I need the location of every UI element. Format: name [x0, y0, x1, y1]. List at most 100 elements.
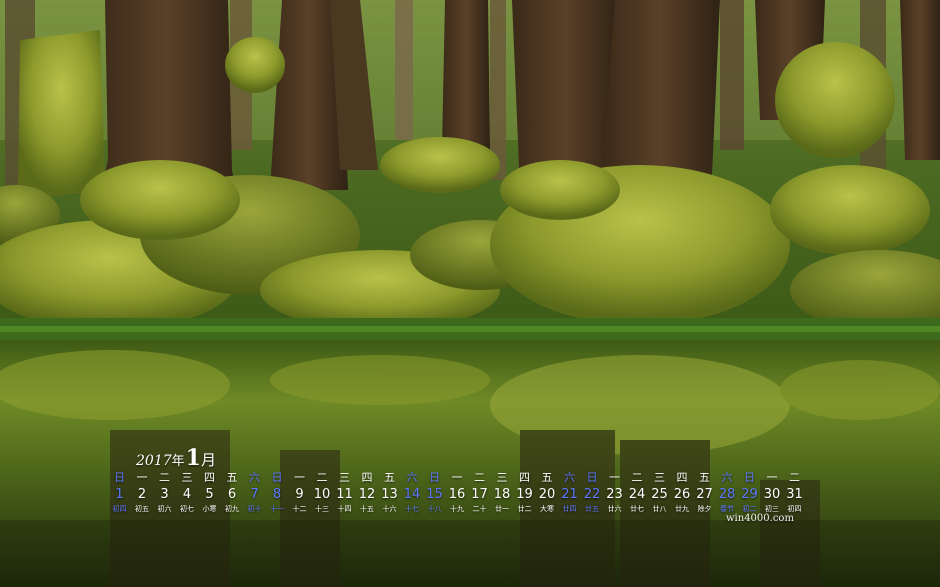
calendar-weekday: 一: [766, 471, 778, 484]
calendar-weekday: 二: [789, 471, 800, 484]
calendar-weekday: 二: [316, 471, 328, 484]
calendar-day: 六 21 廿四: [558, 471, 581, 514]
calendar-lunar-date: 初四: [112, 505, 127, 513]
calendar-weekday: 日: [429, 471, 440, 484]
calendar-day-number: 25: [651, 487, 668, 502]
calendar-day-number: 10: [313, 487, 331, 502]
calendar-lunar-date: 初五: [135, 505, 149, 513]
calendar-lunar-date: 小寒: [202, 505, 217, 513]
calendar-day-number: 5: [205, 487, 214, 502]
calendar-day-number: 7: [250, 487, 259, 502]
calendar-day: 四 26 廿九: [671, 471, 694, 514]
calendar-day-number: 12: [358, 487, 376, 502]
calendar-day: 日 8 十一: [266, 471, 289, 514]
calendar-lunar-date: 廿八: [652, 505, 667, 513]
calendar-day: 一 9 十二: [288, 471, 311, 514]
calendar-day-number: 8: [272, 487, 282, 502]
calendar-lunar-date: 除夕: [697, 505, 712, 513]
calendar-day: 二 17 二十: [468, 471, 491, 514]
calendar-day: 三 18 廿一: [491, 471, 514, 514]
calendar-lunar-date: 廿一: [495, 505, 509, 513]
calendar-weekday: 二: [631, 471, 643, 484]
calendar-day-number: 1: [115, 487, 124, 502]
calendar-day: 三 11 十四: [333, 471, 356, 514]
calendar-weekday: 五: [541, 471, 553, 484]
calendar-day: 五 6 初九: [221, 471, 244, 514]
calendar-weekday: 三: [181, 471, 193, 484]
calendar-lunar-date: 初六: [157, 505, 172, 513]
calendar-lunar-date: 廿二: [517, 505, 532, 513]
calendar-day-number: 27: [696, 487, 713, 502]
calendar-day-number: 4: [182, 487, 192, 502]
calendar-lunar-date: 大寒: [540, 505, 554, 513]
calendar-day-number: 19: [516, 487, 533, 502]
calendar-strip: 日 1 初四 一 2 初五 二 3 初六 三 4 初七 四 5 小寒 五 6 初九 六 7 初十 日 8 十一 一 9 十二 二 10 十…: [108, 471, 803, 521]
calendar-year: 2017: [136, 453, 172, 469]
calendar-lunar-date: 十一: [270, 505, 284, 513]
calendar-weekday: 一: [136, 471, 148, 484]
calendar-weekday: 六: [721, 471, 733, 484]
calendar-day-number: 2: [137, 487, 147, 502]
calendar-weekday: 四: [204, 471, 215, 484]
calendar-lunar-date: 十九: [450, 505, 464, 513]
calendar-weekday: 三: [339, 471, 350, 484]
calendar-day-number: 11: [336, 487, 353, 502]
calendar-month-char: 月: [200, 451, 216, 469]
calendar-day: 二 10 十三: [311, 471, 334, 514]
calendar-day: 六 7 初十: [243, 471, 266, 514]
calendar-day-number: 23: [606, 487, 623, 502]
calendar-lunar-date: 廿四: [562, 505, 577, 513]
calendar-year-char: 年: [171, 454, 185, 469]
calendar-lunar-date: 十三: [315, 505, 329, 513]
calendar-day: 一 23 廿六: [603, 471, 626, 514]
calendar-day: 四 12 十五: [356, 471, 379, 514]
calendar-lunar-date: 十四: [337, 505, 352, 513]
calendar-day: 一 30 初三: [761, 471, 784, 514]
calendar-lunar-date: 十五: [360, 505, 374, 513]
calendar-day-number: 14: [403, 487, 421, 502]
calendar-weekday: 一: [451, 471, 463, 484]
calendar-weekday: 六: [564, 471, 575, 484]
calendar-weekday: 二: [474, 471, 485, 484]
calendar-day-number: 18: [493, 487, 511, 502]
calendar-day: 一 16 十九: [446, 471, 469, 514]
calendar-weekday: 日: [271, 471, 283, 484]
calendar-month: 1: [185, 445, 201, 471]
calendar-day: 三 4 初七: [176, 471, 199, 514]
calendar-weekday: 一: [294, 471, 305, 484]
calendar-lunar-date: 二十: [472, 505, 487, 513]
calendar-day: 日 1 初四: [108, 471, 131, 514]
calendar-day-number: 13: [381, 487, 398, 502]
calendar-weekday: 三: [654, 471, 665, 484]
calendar-day-number: 24: [628, 487, 646, 502]
calendar-weekday: 日: [744, 471, 755, 484]
calendar-weekday: 四: [519, 471, 530, 484]
calendar-weekday: 日: [586, 471, 598, 484]
calendar-day-number: 6: [227, 487, 237, 502]
calendar-day-number: 17: [471, 487, 488, 502]
calendar-lunar-date: 初七: [180, 505, 194, 513]
calendar-day-number: 16: [448, 487, 466, 502]
calendar-day-number: 26: [673, 487, 691, 502]
calendar-day-number: 9: [295, 487, 304, 502]
calendar-lunar-date: 初九: [225, 505, 239, 513]
watermark: win4000.com: [726, 513, 794, 524]
calendar-weekday: 五: [226, 471, 238, 484]
calendar-day-number: 30: [763, 487, 781, 502]
calendar-lunar-date: 廿七: [630, 505, 644, 513]
calendar-weekday: 三: [496, 471, 508, 484]
calendar-lunar-date: 十二: [292, 505, 307, 513]
calendar-day: 五 20 大寒: [536, 471, 559, 514]
calendar-day: 一 2 初五: [131, 471, 154, 514]
calendar-day: 六 14 十七: [401, 471, 424, 514]
calendar-day: 四 19 廿二: [513, 471, 536, 514]
calendar-weekday: 二: [159, 471, 170, 484]
calendar-day: 五 27 除夕: [693, 471, 716, 514]
calendar-weekday: 日: [114, 471, 125, 484]
calendar-day: 二 31 初四: [783, 471, 806, 514]
calendar-weekday: 五: [384, 471, 395, 484]
calendar-day: 四 5 小寒: [198, 471, 221, 514]
calendar-day-number: 21: [561, 487, 578, 502]
calendar-lunar-date: 十七: [405, 505, 419, 513]
calendar-day-number: 20: [538, 487, 556, 502]
